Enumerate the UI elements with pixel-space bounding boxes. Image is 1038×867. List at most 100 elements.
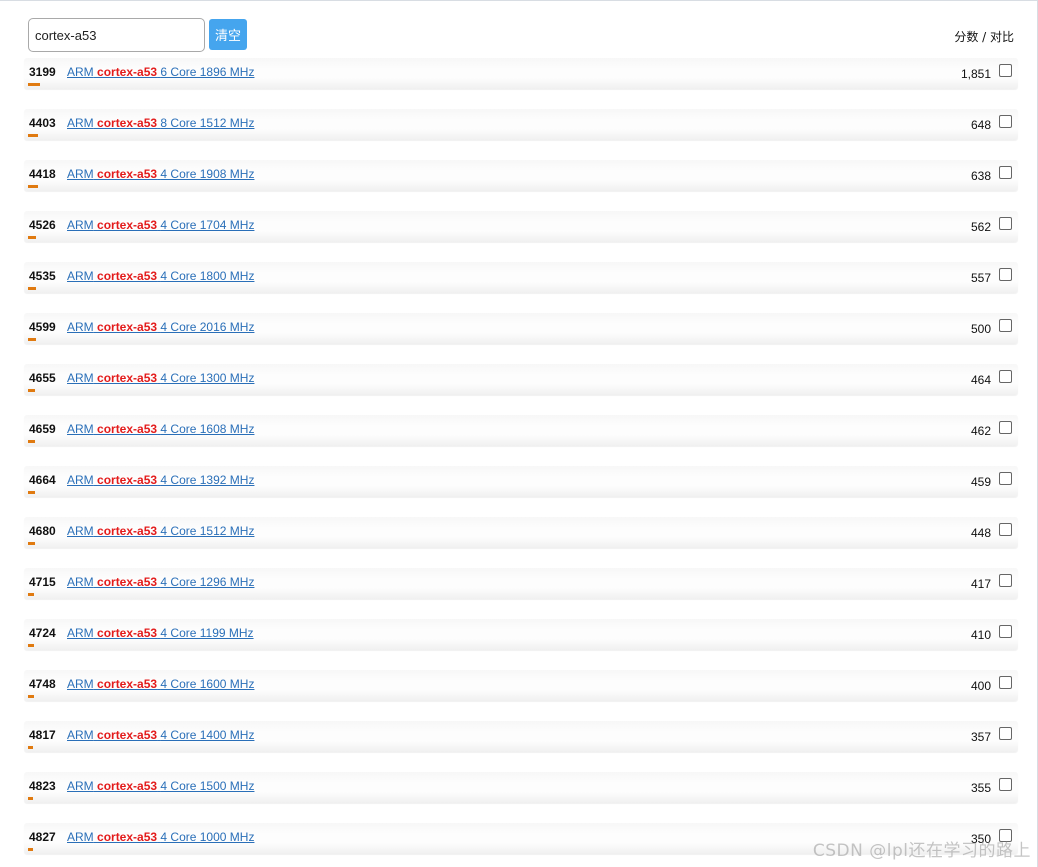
cpu-link[interactable]: ARM cortex-a53 4 Core 1000 MHz xyxy=(67,830,254,844)
cpu-vendor: ARM xyxy=(67,116,94,130)
result-row: 4403 ARM cortex-a53 8 Core 1512 MHz 648 xyxy=(24,109,1018,140)
rank-number: 4418 xyxy=(29,167,56,181)
cpu-spec: 6 Core 1896 MHz xyxy=(160,65,255,79)
cpu-link[interactable]: ARM cortex-a53 4 Core 1908 MHz xyxy=(67,167,254,181)
cpu-link[interactable]: ARM cortex-a53 6 Core 1896 MHz xyxy=(67,65,254,79)
cpu-vendor: ARM xyxy=(67,626,94,640)
compare-checkbox[interactable] xyxy=(999,64,1012,77)
cpu-spec: 4 Core 1500 MHz xyxy=(160,779,255,793)
rank-number: 4599 xyxy=(29,320,56,334)
score-value: 417 xyxy=(970,577,991,591)
compare-checkbox[interactable] xyxy=(999,727,1012,740)
compare-checkbox[interactable] xyxy=(999,217,1012,230)
score-bar xyxy=(28,848,33,851)
rank-number: 4823 xyxy=(29,779,56,793)
cpu-link[interactable]: ARM cortex-a53 4 Core 1512 MHz xyxy=(67,524,254,538)
rank-number: 4748 xyxy=(29,677,56,691)
cpu-link[interactable]: ARM cortex-a53 8 Core 1512 MHz xyxy=(67,116,254,130)
cpu-link[interactable]: ARM cortex-a53 4 Core 1800 MHz xyxy=(67,269,254,283)
cpu-model-highlight: cortex-a53 xyxy=(97,167,158,181)
rank-number: 3199 xyxy=(29,65,56,79)
cpu-model-highlight: cortex-a53 xyxy=(97,677,158,691)
compare-checkbox[interactable] xyxy=(999,166,1012,179)
cpu-link[interactable]: ARM cortex-a53 4 Core 1400 MHz xyxy=(67,728,254,742)
rank-number: 4403 xyxy=(29,116,56,130)
compare-checkbox[interactable] xyxy=(999,472,1012,485)
cpu-vendor: ARM xyxy=(67,575,94,589)
compare-checkbox[interactable] xyxy=(999,625,1012,638)
rank-number: 4526 xyxy=(29,218,56,232)
score-value: 357 xyxy=(970,730,991,744)
cpu-model-highlight: cortex-a53 xyxy=(97,473,158,487)
score-compare-header: 分数 / 对比 xyxy=(954,30,1014,44)
cpu-vendor: ARM xyxy=(67,779,94,793)
score-value: 562 xyxy=(970,220,991,234)
score-value: 638 xyxy=(970,169,991,183)
search-input[interactable] xyxy=(28,18,205,52)
score-bar xyxy=(28,236,36,239)
score-bar xyxy=(28,134,38,137)
cpu-spec: 8 Core 1512 MHz xyxy=(160,116,255,130)
rank-number: 4724 xyxy=(29,626,56,640)
cpu-model-highlight: cortex-a53 xyxy=(97,422,158,436)
cpu-spec: 4 Core 2016 MHz xyxy=(160,320,255,334)
cpu-spec: 4 Core 1608 MHz xyxy=(160,422,255,436)
score-value: 500 xyxy=(970,322,991,336)
score-value: 448 xyxy=(970,526,991,540)
results-list: 3199 ARM cortex-a53 6 Core 1896 MHz 1,851 4… xyxy=(24,58,1018,867)
cpu-link[interactable]: ARM cortex-a53 4 Core 1300 MHz xyxy=(67,371,254,385)
rank-number: 4827 xyxy=(29,830,56,844)
cpu-spec: 4 Core 1512 MHz xyxy=(160,524,255,538)
result-row: 4599 ARM cortex-a53 4 Core 2016 MHz 500 xyxy=(24,313,1018,344)
rank-number: 4715 xyxy=(29,575,56,589)
compare-checkbox[interactable] xyxy=(999,268,1012,281)
cpu-model-highlight: cortex-a53 xyxy=(97,269,158,283)
compare-checkbox[interactable] xyxy=(999,319,1012,332)
compare-checkbox[interactable] xyxy=(999,370,1012,383)
score-bar xyxy=(28,542,35,545)
cpu-vendor: ARM xyxy=(67,422,94,436)
result-row: 4526 ARM cortex-a53 4 Core 1704 MHz 562 xyxy=(24,211,1018,242)
compare-checkbox[interactable] xyxy=(999,778,1012,791)
compare-checkbox[interactable] xyxy=(999,829,1012,842)
cpu-link[interactable]: ARM cortex-a53 4 Core 1608 MHz xyxy=(67,422,254,436)
compare-checkbox[interactable] xyxy=(999,421,1012,434)
score-value: 355 xyxy=(970,781,991,795)
cpu-link[interactable]: ARM cortex-a53 4 Core 1392 MHz xyxy=(67,473,254,487)
compare-checkbox[interactable] xyxy=(999,115,1012,128)
cpu-model-highlight: cortex-a53 xyxy=(97,116,158,130)
compare-checkbox[interactable] xyxy=(999,523,1012,536)
rank-number: 4680 xyxy=(29,524,56,538)
cpu-link[interactable]: ARM cortex-a53 4 Core 1296 MHz xyxy=(67,575,254,589)
result-row: 4655 ARM cortex-a53 4 Core 1300 MHz 464 xyxy=(24,364,1018,395)
cpu-vendor: ARM xyxy=(67,269,94,283)
cpu-link[interactable]: ARM cortex-a53 4 Core 1199 MHz xyxy=(67,626,254,640)
clear-button[interactable]: 清空 xyxy=(209,19,247,50)
result-row: 4535 ARM cortex-a53 4 Core 1800 MHz 557 xyxy=(24,262,1018,293)
cpu-link[interactable]: ARM cortex-a53 4 Core 2016 MHz xyxy=(67,320,254,334)
score-value: 464 xyxy=(970,373,991,387)
cpu-model-highlight: cortex-a53 xyxy=(97,524,158,538)
score-value: 1,851 xyxy=(960,67,991,81)
cpu-model-highlight: cortex-a53 xyxy=(97,320,158,334)
benchmark-page: 清空 分数 / 对比 3199 ARM cortex-a53 6 Core 189… xyxy=(0,0,1038,867)
score-bar xyxy=(28,287,36,290)
cpu-link[interactable]: ARM cortex-a53 4 Core 1704 MHz xyxy=(67,218,254,232)
cpu-spec: 4 Core 1600 MHz xyxy=(160,677,255,691)
score-bar xyxy=(28,695,34,698)
result-row: 4724 ARM cortex-a53 4 Core 1199 MHz 410 xyxy=(24,619,1018,650)
result-row: 4827 ARM cortex-a53 4 Core 1000 MHz 350 xyxy=(24,823,1018,854)
score-value: 462 xyxy=(970,424,991,438)
cpu-vendor: ARM xyxy=(67,677,94,691)
cpu-link[interactable]: ARM cortex-a53 4 Core 1600 MHz xyxy=(67,677,254,691)
cpu-vendor: ARM xyxy=(67,728,94,742)
score-bar xyxy=(28,389,35,392)
cpu-vendor: ARM xyxy=(67,830,94,844)
compare-checkbox[interactable] xyxy=(999,574,1012,587)
cpu-link[interactable]: ARM cortex-a53 4 Core 1500 MHz xyxy=(67,779,254,793)
cpu-model-highlight: cortex-a53 xyxy=(97,830,158,844)
score-bar xyxy=(28,440,35,443)
cpu-vendor: ARM xyxy=(67,65,94,79)
compare-checkbox[interactable] xyxy=(999,676,1012,689)
rank-number: 4664 xyxy=(29,473,56,487)
